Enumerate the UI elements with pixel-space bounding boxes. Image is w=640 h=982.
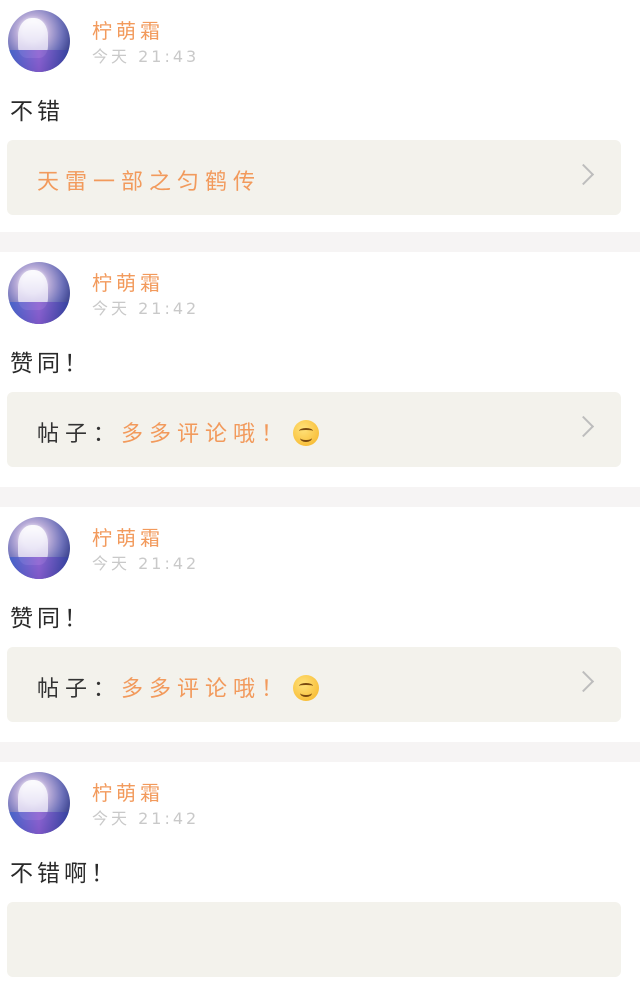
smiling-face-emoji-icon bbox=[293, 675, 320, 701]
avatar[interactable] bbox=[8, 10, 70, 72]
avatar[interactable] bbox=[8, 262, 70, 324]
avatar[interactable] bbox=[8, 517, 70, 579]
chevron-right-icon bbox=[572, 415, 595, 438]
timestamp: 今天 21:42 bbox=[92, 299, 200, 318]
separator bbox=[0, 232, 640, 252]
username[interactable]: 柠萌霜 bbox=[92, 777, 164, 806]
smiling-face-emoji-icon bbox=[293, 420, 320, 446]
card-link-title: 多多评论哦！ bbox=[121, 677, 290, 702]
card-prefix: 帖子： bbox=[37, 677, 122, 702]
card-text: 天雷一部之匀鹤传 bbox=[37, 164, 261, 196]
chevron-right-icon bbox=[572, 163, 595, 186]
linked-post-card[interactable] bbox=[7, 902, 621, 977]
linked-post-card[interactable]: 天雷一部之匀鹤传 bbox=[7, 140, 621, 215]
comment-feed: 柠萌霜 今天 21:43 不错 天雷一部之匀鹤传 柠萌霜 今天 21:42 赞同… bbox=[0, 0, 640, 982]
comment-item: 柠萌霜 今天 21:42 赞同！ 帖子：多多评论哦！ bbox=[0, 252, 640, 487]
comment-item: 柠萌霜 今天 21:42 不错啊！ bbox=[0, 762, 640, 982]
card-prefix: 帖子： bbox=[37, 422, 122, 447]
timestamp: 今天 21:42 bbox=[92, 809, 200, 828]
comment-item: 柠萌霜 今天 21:42 赞同！ 帖子：多多评论哦！ bbox=[0, 507, 640, 742]
username[interactable]: 柠萌霜 bbox=[92, 267, 164, 296]
comment-text: 赞同！ bbox=[10, 351, 91, 377]
username[interactable]: 柠萌霜 bbox=[92, 15, 164, 44]
comment-text: 不错啊！ bbox=[10, 861, 118, 887]
chevron-right-icon bbox=[572, 670, 595, 693]
comment-item: 柠萌霜 今天 21:43 不错 天雷一部之匀鹤传 bbox=[0, 0, 640, 232]
card-link-title: 天雷一部之匀鹤传 bbox=[37, 170, 262, 195]
timestamp: 今天 21:42 bbox=[92, 554, 200, 573]
username[interactable]: 柠萌霜 bbox=[92, 522, 164, 551]
separator bbox=[0, 742, 640, 762]
comment-text: 赞同！ bbox=[10, 606, 91, 632]
card-link-title: 多多评论哦！ bbox=[121, 422, 290, 447]
card-text: 帖子：多多评论哦！ bbox=[37, 416, 320, 448]
timestamp: 今天 21:43 bbox=[92, 47, 200, 66]
card-text: 帖子：多多评论哦！ bbox=[37, 671, 320, 703]
linked-post-card[interactable]: 帖子：多多评论哦！ bbox=[7, 647, 621, 722]
avatar[interactable] bbox=[8, 772, 70, 834]
comment-text: 不错 bbox=[10, 99, 64, 125]
linked-post-card[interactable]: 帖子：多多评论哦！ bbox=[7, 392, 621, 467]
separator bbox=[0, 487, 640, 507]
